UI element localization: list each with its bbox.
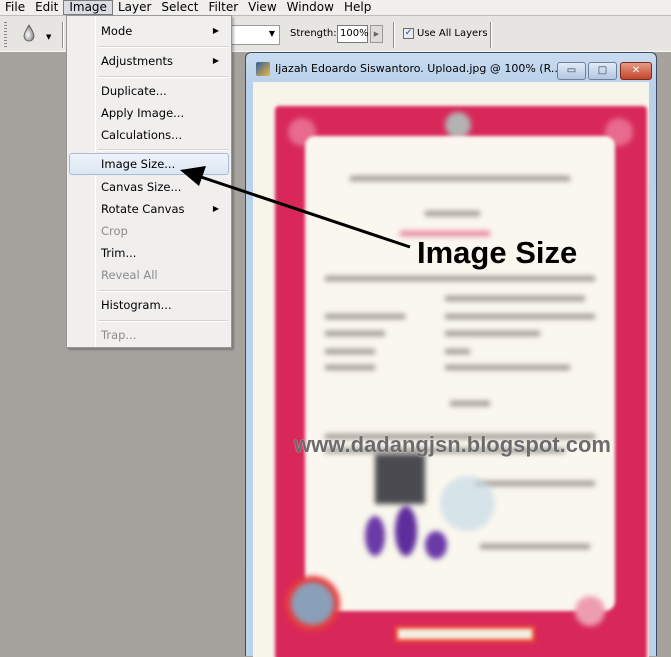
fingerprint	[425, 531, 447, 559]
menu-item-label: Calculations...	[101, 128, 183, 142]
minimize-button[interactable]: ▭	[557, 62, 586, 80]
menu-item-adjustments[interactable]: Adjustments ▶	[69, 50, 229, 72]
text-line	[445, 296, 585, 301]
menu-item-duplicate[interactable]: Duplicate...	[69, 80, 229, 102]
menu-item-label: Canvas Size...	[101, 180, 182, 194]
text-line	[325, 349, 375, 354]
divider	[490, 22, 492, 48]
menu-item-mode[interactable]: Mode ▶	[69, 20, 229, 42]
mode-select[interactable]: ▼	[231, 25, 280, 45]
menu-item-label: Duplicate...	[101, 84, 167, 98]
document-canvas[interactable]	[253, 82, 649, 657]
text-line	[475, 481, 595, 486]
menu-item-label: Crop	[101, 224, 128, 238]
close-icon: ✕	[631, 65, 641, 76]
menu-separator	[98, 46, 228, 48]
menu-item-image-size[interactable]: Image Size...	[69, 153, 229, 175]
menu-item-rotate-canvas[interactable]: Rotate Canvas ▶	[69, 198, 229, 220]
menu-window[interactable]: Window	[282, 0, 339, 15]
menu-view[interactable]: View	[243, 0, 281, 15]
menu-item-label: Mode	[101, 24, 133, 38]
annotation-label: Image Size	[417, 235, 578, 270]
menu-filter[interactable]: Filter	[203, 0, 243, 15]
menu-separator	[98, 290, 228, 292]
submenu-arrow-icon: ▶	[212, 56, 219, 65]
fingerprint	[395, 506, 417, 556]
menu-item-label: Histogram...	[101, 298, 172, 312]
divider	[393, 22, 395, 48]
minimize-icon: ▭	[566, 65, 577, 76]
divider	[62, 22, 64, 48]
watermark-text: www.dadangjsn.blogspot.com	[294, 432, 611, 457]
emblem-seal	[285, 576, 340, 631]
document-titlebar[interactable]: Ijazah Edoardo Siswantoro. Upload.jpg @ …	[246, 53, 656, 81]
menu-select[interactable]: Select	[156, 0, 203, 15]
menu-file[interactable]: File	[0, 0, 30, 15]
menu-item-label: Rotate Canvas	[101, 202, 185, 216]
menu-layer[interactable]: Layer	[113, 0, 156, 15]
serial-box	[395, 626, 535, 642]
menu-image[interactable]: Image	[63, 0, 113, 15]
menu-item-crop: Crop	[69, 220, 229, 242]
document-icon	[256, 62, 270, 76]
text-line	[425, 211, 480, 216]
chevron-down-icon: ▼	[268, 29, 275, 38]
menu-item-canvas-size[interactable]: Canvas Size...	[69, 176, 229, 198]
menu-item-reveal-all: Reveal All	[69, 264, 229, 286]
menu-item-label: Adjustments	[101, 54, 174, 68]
menu-item-label: Apply Image...	[101, 106, 185, 120]
text-line	[350, 176, 570, 181]
certificate-body	[305, 136, 615, 611]
strength-slider-button[interactable]: ▶	[370, 25, 383, 43]
menu-item-calculations[interactable]: Calculations...	[69, 124, 229, 146]
certificate-image	[275, 106, 647, 657]
strength-label: Strength:	[290, 28, 337, 39]
document-title: Ijazah Edoardo Siswantoro. Upload.jpg @ …	[275, 62, 562, 75]
close-button[interactable]: ✕	[620, 62, 652, 80]
photo	[375, 454, 425, 504]
toolbar-grip[interactable]	[4, 22, 7, 48]
menu-item-histogram[interactable]: Histogram...	[69, 294, 229, 316]
tool-preset-dropdown-icon[interactable]: ▼	[46, 33, 51, 41]
fingerprint	[365, 516, 385, 556]
maximize-icon: □	[597, 65, 608, 76]
text-line	[450, 401, 490, 406]
menu-item-label: Trim...	[101, 246, 137, 260]
menu-item-label: Reveal All	[101, 268, 158, 282]
blur-drop-icon[interactable]	[22, 24, 36, 42]
menu-separator	[98, 76, 228, 78]
menu-separator	[98, 320, 228, 322]
menu-item-apply-image[interactable]: Apply Image...	[69, 102, 229, 124]
menu-item-trap: Trap...	[69, 324, 229, 346]
maximize-button[interactable]: □	[588, 62, 617, 80]
corner-ornament	[575, 596, 605, 626]
menu-item-trim[interactable]: Trim...	[69, 242, 229, 264]
strength-input[interactable]: 100%	[337, 25, 369, 43]
menu-separator	[98, 149, 228, 151]
menu-help[interactable]: Help	[339, 0, 376, 15]
menu-bar: File Edit Image Layer Select Filter View…	[0, 0, 671, 15]
menu-edit[interactable]: Edit	[30, 0, 63, 15]
official-seal	[440, 476, 495, 531]
text-line	[445, 365, 570, 370]
menu-item-label: Image Size...	[101, 157, 176, 171]
text-line	[480, 544, 590, 549]
use-all-layers-label: Use All Layers	[417, 28, 488, 39]
document-window: Ijazah Edoardo Siswantoro. Upload.jpg @ …	[245, 52, 657, 657]
submenu-arrow-icon: ▶	[212, 26, 219, 35]
image-menu-dropdown: Mode ▶ Adjustments ▶ Duplicate... Apply Im…	[66, 15, 232, 348]
emblem	[445, 112, 471, 138]
text-line	[445, 349, 470, 354]
text-line	[445, 314, 595, 319]
text-line	[445, 331, 540, 336]
menu-item-label: Trap...	[101, 328, 137, 342]
text-line	[325, 331, 385, 336]
text-line	[325, 365, 375, 370]
submenu-arrow-icon: ▶	[212, 204, 219, 213]
text-line	[325, 276, 595, 281]
use-all-layers-checkbox[interactable]: ✓	[403, 28, 414, 39]
text-line	[325, 314, 405, 319]
